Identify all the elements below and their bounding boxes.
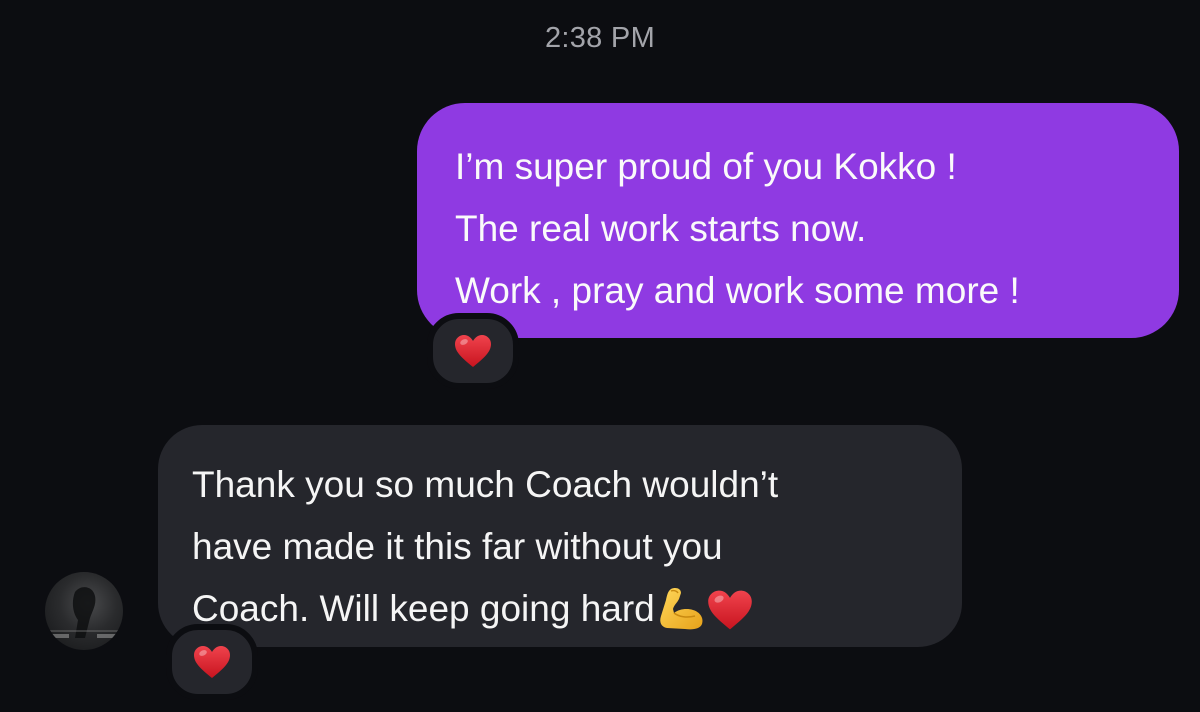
sent-message-text: I’m super proud of you Kokko ! The real …: [455, 146, 1020, 311]
sent-message-bubble[interactable]: I’m super proud of you Kokko ! The real …: [417, 103, 1179, 338]
received-message-reaction[interactable]: [166, 624, 258, 700]
flexed-biceps-icon: [657, 585, 705, 650]
heart-icon: [707, 588, 753, 650]
heart-icon: [454, 334, 492, 368]
sent-message-reaction[interactable]: [427, 313, 519, 389]
message-timestamp: 2:38 PM: [544, 22, 656, 54]
received-message-bubble[interactable]: Thank you so much Coach wouldn’t have ma…: [158, 425, 962, 647]
heart-icon: [193, 645, 231, 679]
contact-avatar[interactable]: [45, 572, 123, 650]
